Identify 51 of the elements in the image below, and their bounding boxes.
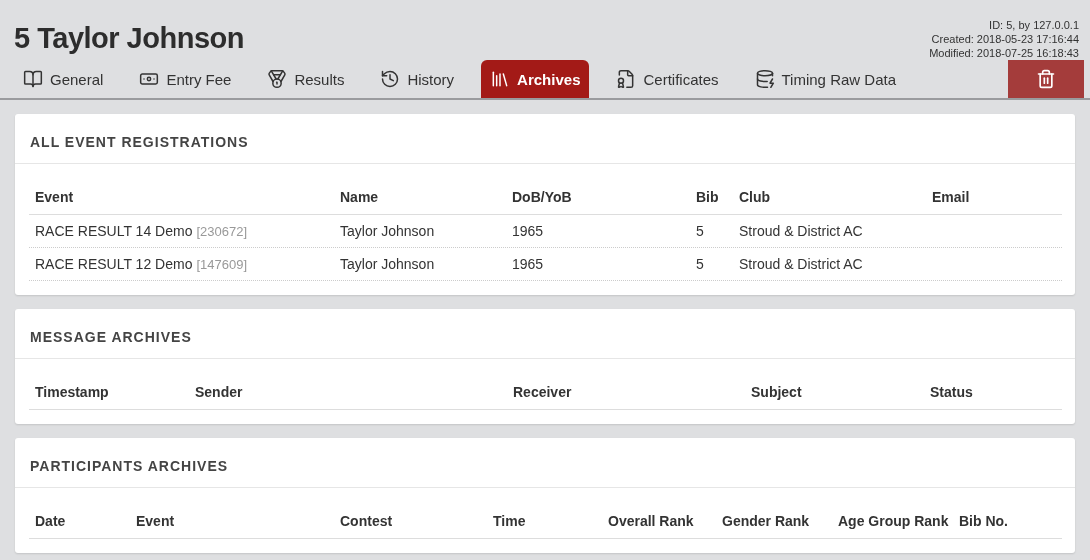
table-cell-text: Stroud & District AC (738, 223, 864, 239)
column-header: Time (492, 513, 526, 529)
column-header: Date (34, 513, 66, 529)
card-title: MESSAGE ARCHIVES (15, 309, 1075, 359)
page-title: 5 Taylor Johnson (14, 22, 244, 56)
meta-info: Modified: 2018-07-25 16:18:43 (929, 46, 1079, 60)
meta-info: ID: 5, by 127.0.0.1 (989, 18, 1079, 32)
column-header: Event (34, 189, 74, 205)
column-header: Receiver (512, 384, 572, 400)
tab[interactable]: Certificates (607, 60, 728, 98)
table-cell-text: 5 (695, 223, 705, 239)
column-header: DoB/YoB (511, 189, 572, 205)
card-title: PARTICIPANTS ARCHIVES (15, 438, 1075, 488)
tab[interactable]: Results (258, 60, 354, 98)
column-header: Club (738, 189, 771, 205)
column-header: Overall Rank (607, 513, 694, 529)
column-header: Age Group Rank (837, 513, 949, 529)
delete-button[interactable] (1008, 60, 1084, 98)
column-header: Subject (750, 384, 802, 400)
trash-icon (1036, 69, 1056, 89)
meta-info: Created: 2018-05-23 17:16:44 (931, 32, 1079, 46)
column-header: Gender Rank (721, 513, 810, 529)
table-cell-text: Stroud & District AC (738, 256, 864, 272)
event-id: [230672] (196, 224, 248, 239)
column-header: Name (339, 189, 379, 205)
table-cell-text: 5 (695, 256, 705, 272)
column-header: Email (931, 189, 970, 205)
column-header: Sender (194, 384, 243, 400)
column-header: Contest (339, 513, 393, 529)
event-name: RACE RESULT 12 Demo (35, 256, 193, 272)
card-title: ALL EVENT REGISTRATIONS (15, 114, 1075, 164)
column-header: Bib (695, 189, 719, 205)
table-cell-text: 1965 (511, 256, 545, 272)
table-cell-text: Taylor Johnson (339, 256, 436, 272)
tab[interactable]: Timing Raw Data (745, 60, 905, 98)
event-name: RACE RESULT 14 Demo (35, 223, 193, 239)
tab[interactable]: Archives (481, 60, 590, 98)
clock-icon (380, 69, 401, 89)
column-header: Event (135, 513, 175, 529)
table-cell-text: 1965 (511, 223, 545, 239)
column-header: Status (929, 384, 973, 400)
column-header: Bib No. (958, 513, 1008, 529)
tab[interactable]: Entry Fee (130, 60, 241, 98)
tab[interactable]: History (371, 60, 464, 98)
medal-icon (267, 69, 288, 89)
event-id: [147609] (196, 257, 248, 272)
tab[interactable]: General (14, 60, 113, 98)
table-cell-text: Taylor Johnson (339, 223, 436, 239)
database-icon (754, 69, 775, 89)
column-header: Timestamp (34, 384, 109, 400)
book-icon (23, 69, 43, 89)
